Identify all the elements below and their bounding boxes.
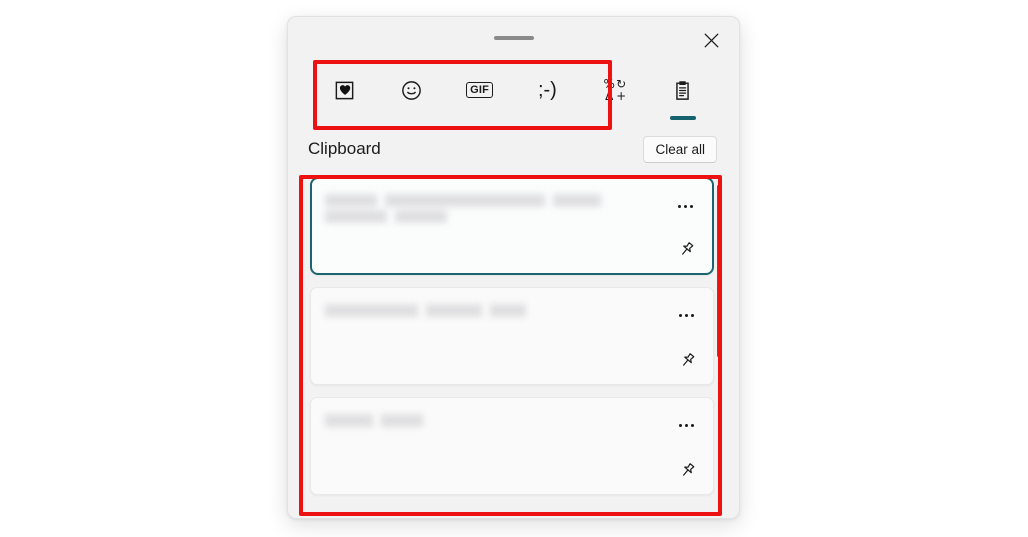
clipboard-item-content-redacted (325, 304, 625, 317)
clipboard-item-menu-button[interactable] (673, 304, 699, 326)
clear-all-button[interactable]: Clear all (643, 135, 717, 163)
clipboard-item[interactable] (310, 287, 714, 385)
tab-gif[interactable]: GIF (458, 66, 502, 114)
kaomoji-icon: ;-) (537, 79, 557, 101)
clipboard-item-content-redacted (325, 194, 625, 223)
page-title: Clipboard (308, 139, 381, 158)
clipboard-item-menu-button[interactable] (672, 195, 698, 217)
symbol-delta: Δ (605, 89, 614, 103)
close-icon (704, 33, 719, 48)
tab-emoji[interactable] (390, 66, 434, 114)
clipboard-item[interactable] (310, 397, 714, 495)
clipboard-list-region (298, 177, 729, 517)
pin-icon[interactable] (672, 456, 702, 484)
symbols-icon: % ↻ Δ + (603, 78, 627, 102)
clipboard-icon (671, 79, 694, 102)
tab-kaomoji[interactable]: ;-) (525, 66, 569, 114)
gif-icon-label: GIF (466, 82, 494, 98)
tab-recently-used[interactable] (322, 66, 366, 114)
heart-in-square-icon (333, 79, 356, 102)
scrollbar-thumb[interactable] (717, 185, 720, 357)
drag-handle[interactable] (493, 36, 534, 40)
clipboard-item-list (310, 177, 714, 517)
clipboard-item-content-redacted (325, 414, 625, 427)
smiley-face-icon (400, 79, 423, 102)
tab-clipboard[interactable] (661, 66, 705, 120)
close-button[interactable] (695, 26, 727, 55)
gif-icon: GIF (466, 82, 494, 98)
pin-icon[interactable] (672, 346, 702, 374)
symbol-plus: + (616, 89, 627, 103)
tab-symbols[interactable]: % ↻ Δ + (593, 66, 637, 114)
clipboard-item-menu-button[interactable] (673, 414, 699, 436)
icon-tab-strip: GIF ;-) % ↻ Δ + (314, 64, 713, 124)
clipboard-section-header: Clipboard Clear all (308, 132, 717, 166)
clipboard-flyout-panel: GIF ;-) % ↻ Δ + Clipboard Clear all (287, 16, 740, 519)
pin-icon[interactable] (671, 235, 701, 263)
clipboard-item[interactable] (310, 177, 714, 275)
panel-titlebar (288, 17, 739, 61)
vertical-scrollbar[interactable] (713, 177, 725, 517)
active-tab-indicator (669, 116, 696, 120)
screen-root: GIF ;-) % ↻ Δ + Clipboard Clear all (0, 0, 1028, 537)
icon-tab-strip-wrapper: GIF ;-) % ↻ Δ + (314, 64, 713, 124)
